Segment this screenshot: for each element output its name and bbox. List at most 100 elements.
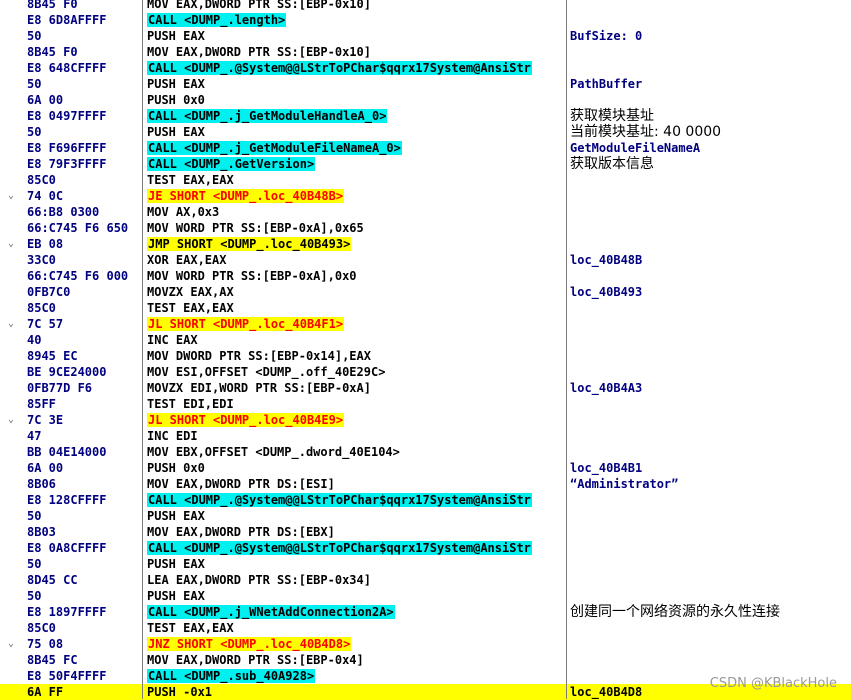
instruction-row[interactable]: 66:B8 0300 MOV AX,0x3 [0,204,851,220]
jump-arrow-icon[interactable]: ⌄ [8,636,14,652]
instruction-comment: 获取版本信息 [570,156,654,172]
row-gutter [0,396,26,412]
jump-arrow-icon[interactable]: ⌄ [8,412,14,428]
column-divider-bytes[interactable] [142,0,143,699]
instruction-bytes: 6A FF [27,685,64,699]
column-divider-comment[interactable] [566,0,567,699]
instruction-text: CALL <DUMP_.j_WNetAddConnection2A> [147,604,565,620]
instruction-row[interactable]: 6A 00 PUSH 0x0 loc_40B4B1 [0,460,851,476]
instruction-bytes: E8 F696FFFF [27,141,107,155]
instruction-row[interactable]: ⌄ EB 08 JMP SHORT <DUMP_.loc_40B493> [0,236,851,252]
instruction-bytes: E8 50F4FFFF [27,669,107,683]
instruction-comment: loc_40B493 [570,285,643,299]
instruction-row[interactable]: 8B45 F0 MOV EAX,DWORD PTR SS:[EBP-0x10] [0,0,851,12]
instruction-row[interactable]: 50 PUSH EAX PathBuffer [0,76,851,92]
jump-arrow-icon[interactable]: ⌄ [8,236,14,252]
instruction-text: PUSH EAX [147,588,565,604]
row-gutter [0,140,26,156]
instruction-row[interactable]: 0FB77D F6 MOVZX EDI,WORD PTR SS:[EBP-0xA]… [0,380,851,396]
instruction-row[interactable]: 8B45 FC MOV EAX,DWORD PTR SS:[EBP-0x4] [0,652,851,668]
instruction-comment: BufSize: 0 [570,29,643,43]
instruction-text: PUSH 0x0 [147,460,565,476]
instruction-comment [570,348,851,364]
instruction-comment [570,60,851,76]
instruction-row[interactable]: 50 PUSH EAX [0,508,851,524]
instruction-bytes: 50 [27,125,42,139]
instruction-row[interactable]: 40 INC EAX [0,332,851,348]
row-gutter [0,524,26,540]
row-gutter [0,124,26,140]
instruction-mnemonic: TEST EDI,EDI [147,397,234,411]
instruction-bytes: 8945 EC [27,349,78,363]
instruction-comment [570,300,851,316]
instruction-bytes: 74 0C [27,189,64,203]
instruction-text: MOV WORD PTR SS:[EBP-0xA],0x65 [147,220,565,236]
instruction-text: JNZ SHORT <DUMP_.loc_40B4D8> [147,636,565,652]
instruction-bytes: 8B06 [27,477,56,491]
instruction-row[interactable]: BB 04E14000 MOV EBX,OFFSET <DUMP_.dword_4… [0,444,851,460]
instruction-row[interactable]: 47 INC EDI [0,428,851,444]
jump-highlight: JE SHORT <DUMP_.loc_40B48B> [147,189,345,203]
instruction-row[interactable]: 50 PUSH EAX [0,588,851,604]
instruction-row[interactable]: 85C0 TEST EAX,EAX [0,620,851,636]
instruction-row[interactable]: BE 9CE24000 MOV ESI,OFFSET <DUMP_.off_40E… [0,364,851,380]
row-gutter [0,284,26,300]
instruction-row[interactable]: 8945 EC MOV DWORD PTR SS:[EBP-0x14],EAX [0,348,851,364]
instruction-comment: PathBuffer [570,77,643,91]
disassembly-view[interactable]: 8B45 F0 MOV EAX,DWORD PTR SS:[EBP-0x10] E8… [0,0,851,700]
row-gutter [0,60,26,76]
instruction-bytes: 75 08 [27,637,64,651]
instruction-row[interactable]: E8 128CFFFF CALL <DUMP_.@System@@LStrToPC… [0,492,851,508]
instruction-mnemonic: TEST EAX,EAX [147,173,234,187]
instruction-row[interactable]: 8B06 MOV EAX,DWORD PTR DS:[ESI] “Administr… [0,476,851,492]
instruction-row[interactable]: ⌄ 7C 3E JL SHORT <DUMP_.loc_40B4E9> [0,412,851,428]
instruction-row[interactable]: 0FB7C0 MOVZX EAX,AX loc_40B493 [0,284,851,300]
instruction-row[interactable]: E8 0497FFFF CALL <DUMP_.j_GetModuleHandle… [0,108,851,124]
instruction-row[interactable]: ⌄ 74 0C JE SHORT <DUMP_.loc_40B48B> [0,188,851,204]
instruction-mnemonic: MOV WORD PTR SS:[EBP-0xA],0x65 [147,221,364,235]
instruction-row[interactable]: ⌄ 7C 57 JL SHORT <DUMP_.loc_40B4F1> [0,316,851,332]
instruction-row[interactable]: E8 0A8CFFFF CALL <DUMP_.@System@@LStrToPC… [0,540,851,556]
instruction-row[interactable]: 85FF TEST EDI,EDI [0,396,851,412]
instruction-comment [570,332,851,348]
call-highlight: CALL <DUMP_.j_GetModuleHandleA_0> [147,109,388,123]
instruction-row[interactable]: ⌄ 75 08 JNZ SHORT <DUMP_.loc_40B4D8> [0,636,851,652]
instruction-row[interactable]: 33C0 XOR EAX,EAX loc_40B48B [0,252,851,268]
instruction-bytes: 66:B8 0300 [27,205,100,219]
instruction-row[interactable]: 8B45 F0 MOV EAX,DWORD PTR SS:[EBP-0x10] [0,44,851,60]
instruction-row[interactable]: E8 79F3FFFF CALL <DUMP_.GetVersion> 获取版本信息 [0,156,851,172]
jump-arrow-icon[interactable]: ⌄ [8,188,14,204]
instruction-bytes: 85C0 [27,301,56,315]
instruction-row[interactable]: E8 6D8AFFFF CALL <DUMP_.length> [0,12,851,28]
instruction-comment: loc_40B48B [570,253,643,267]
instruction-row[interactable]: 6A 00 PUSH 0x0 [0,92,851,108]
instruction-bytes: E8 0497FFFF [27,109,107,123]
jump-arrow-icon[interactable]: ⌄ [8,316,14,332]
row-gutter [0,252,26,268]
instruction-text: CALL <DUMP_.@System@@LStrToPChar$qqrx17S… [147,492,565,508]
instruction-row[interactable]: E8 F696FFFF CALL <DUMP_.j_GetModuleFileNa… [0,140,851,156]
instruction-mnemonic: MOVZX EAX,AX [147,285,234,299]
instruction-row[interactable]: E8 1897FFFF CALL <DUMP_.j_WNetAddConnecti… [0,604,851,620]
instruction-row[interactable]: 50 PUSH EAX [0,556,851,572]
row-gutter [0,348,26,364]
instruction-comment [570,188,851,204]
instruction-text: MOVZX EAX,AX [147,284,565,300]
instruction-row[interactable]: 85C0 TEST EAX,EAX [0,300,851,316]
instruction-text: CALL <DUMP_.j_GetModuleHandleA_0> [147,108,565,124]
instruction-text: TEST EAX,EAX [147,300,565,316]
instruction-bytes: E8 6D8AFFFF [27,13,107,27]
instruction-row[interactable]: 66:C745 F6 000 MOV WORD PTR SS:[EBP-0xA],… [0,268,851,284]
instruction-bytes: 66:C745 F6 000 [27,269,129,283]
instruction-row[interactable]: 8D45 CC LEA EAX,DWORD PTR SS:[EBP-0x34] [0,572,851,588]
instruction-row[interactable]: 85C0 TEST EAX,EAX [0,172,851,188]
instruction-text: PUSH -0x1 [147,684,565,700]
instruction-text: INC EDI [147,428,565,444]
instruction-comment [570,268,851,284]
instruction-row[interactable]: 66:C745 F6 650 MOV WORD PTR SS:[EBP-0xA],… [0,220,851,236]
instruction-row[interactable]: E8 648CFFFF CALL <DUMP_.@System@@LStrToPC… [0,60,851,76]
instruction-row[interactable]: 50 PUSH EAX 当前模块基址: 40 0000 [0,124,851,140]
instruction-row[interactable]: 50 PUSH EAX BufSize: 0 [0,28,851,44]
instruction-comment [570,0,851,12]
instruction-row[interactable]: 8B03 MOV EAX,DWORD PTR DS:[EBX] [0,524,851,540]
